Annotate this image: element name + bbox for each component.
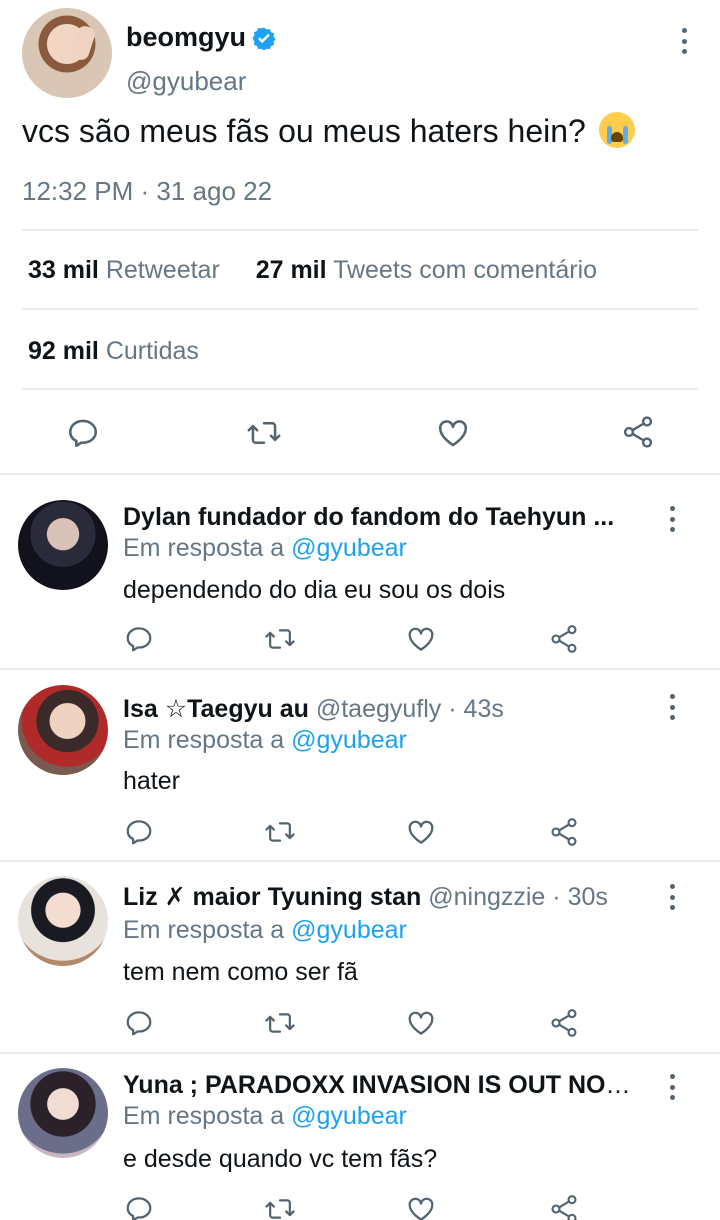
divider — [22, 308, 698, 310]
reply-text: e desde quando vc tem fãs? — [123, 1145, 438, 1173]
reply-text: hater — [123, 767, 180, 795]
quotes-label[interactable]: Tweets com comentário — [333, 256, 597, 284]
reply-icon[interactable] — [124, 1008, 154, 1038]
share-icon[interactable] — [548, 1193, 580, 1220]
reply-icon[interactable] — [124, 624, 154, 654]
reply-author-row[interactable]: Dylan fundador do fandom do Taehyun ... — [123, 503, 653, 532]
main-tweet-header: beomgyu @gyubear — [22, 8, 702, 100]
in-reply-label: Em resposta a — [123, 916, 285, 944]
reply-actions — [0, 817, 720, 851]
reply-author-name[interactable]: Isa ☆Taegyu au — [123, 695, 309, 723]
reply-icon[interactable] — [66, 416, 100, 450]
reply-actions — [0, 1194, 720, 1220]
share-icon[interactable] — [548, 1007, 580, 1039]
like-icon[interactable] — [406, 624, 436, 654]
tweet-text-content: vcs são meus fãs ou meus haters hein? — [22, 113, 586, 149]
like-icon[interactable] — [406, 817, 436, 847]
verified-badge-icon — [252, 27, 276, 50]
avatar[interactable] — [18, 876, 108, 966]
in-reply-handle-link[interactable]: @gyubear — [291, 916, 407, 944]
in-reply-to: Em resposta a @gyubear — [123, 1102, 407, 1131]
retweets-count: 33 mil — [28, 256, 99, 284]
loudly-crying-face-icon — [598, 112, 635, 148]
retweet-icon[interactable] — [264, 1008, 296, 1038]
divider — [0, 473, 720, 475]
reply-time: · 30s — [552, 883, 608, 911]
reply-author-row[interactable]: Isa ☆Taegyu au @taegyufly · 43s — [123, 694, 653, 724]
likes-count: 92 mil — [28, 337, 99, 365]
share-icon[interactable] — [548, 623, 580, 655]
reply-author-row[interactable]: Yuna ; PARADOXX INVASION IS OUT NOW!... — [123, 1071, 653, 1100]
retweet-icon[interactable] — [264, 817, 296, 847]
retweet-icon[interactable] — [246, 416, 282, 450]
avatar[interactable] — [18, 685, 108, 775]
in-reply-label: Em resposta a — [123, 726, 285, 754]
in-reply-label: Em resposta a — [123, 534, 285, 562]
author-handle[interactable]: @gyubear — [126, 66, 246, 97]
reply-tweet[interactable]: Yuna ; PARADOXX INVASION IS OUT NOW!... … — [0, 1054, 720, 1220]
like-stats: 92 mil Curtidas — [28, 337, 199, 366]
avatar[interactable] — [22, 8, 112, 98]
retweet-icon[interactable] — [264, 624, 296, 654]
divider — [22, 388, 698, 390]
tweet-text: vcs são meus fãs ou meus haters hein? — [22, 112, 635, 150]
author-name-row[interactable]: beomgyu — [126, 22, 276, 53]
reply-author-name[interactable]: Dylan fundador do fandom do Taehyun ... — [123, 503, 614, 531]
more-options-icon[interactable] — [667, 506, 677, 532]
tweet-timestamp[interactable]: 12:32 PM · 31 ago 22 — [22, 176, 272, 207]
author-name[interactable]: beomgyu — [126, 22, 246, 53]
reply-tweet[interactable]: Dylan fundador do fandom do Taehyun ... … — [0, 476, 720, 668]
retweet-stats: 33 mil Retweetar 27 mil Tweets com comen… — [28, 256, 597, 285]
reply-text: dependendo do dia eu sou os dois — [123, 576, 506, 604]
share-icon[interactable] — [620, 414, 656, 450]
more-options-icon[interactable] — [667, 694, 677, 720]
more-options-icon[interactable] — [679, 28, 689, 54]
more-options-icon[interactable] — [667, 884, 677, 910]
avatar[interactable] — [18, 500, 108, 590]
like-icon[interactable] — [406, 1008, 436, 1038]
retweets-label[interactable]: Retweetar — [106, 256, 220, 284]
reply-actions — [0, 624, 720, 658]
more-options-icon[interactable] — [667, 1074, 677, 1100]
reply-author-handle[interactable]: @taegyufly — [316, 695, 441, 723]
in-reply-handle-link[interactable]: @gyubear — [291, 1102, 407, 1130]
reply-author-name[interactable]: Liz ✗ maior Tyuning stan — [123, 883, 421, 911]
reply-text: tem nem como ser fã — [123, 958, 358, 986]
main-tweet-actions — [0, 410, 720, 458]
in-reply-to: Em resposta a @gyubear — [123, 726, 407, 755]
like-icon[interactable] — [406, 1194, 436, 1220]
like-icon[interactable] — [436, 416, 470, 450]
reply-author-handle[interactable]: @ningzzie — [428, 883, 545, 911]
reply-actions — [0, 1008, 720, 1042]
likes-label[interactable]: Curtidas — [106, 337, 199, 365]
quotes-count: 27 mil — [255, 256, 327, 284]
reply-tweet[interactable]: Liz ✗ maior Tyuning stan @ningzzie · 30s… — [0, 862, 720, 1052]
in-reply-handle-link[interactable]: @gyubear — [291, 534, 407, 562]
reply-author-row[interactable]: Liz ✗ maior Tyuning stan @ningzzie · 30s — [123, 882, 653, 912]
reply-tweet[interactable]: Isa ☆Taegyu au @taegyufly · 43s Em respo… — [0, 670, 720, 860]
in-reply-label: Em resposta a — [123, 1102, 285, 1130]
reply-author-name[interactable]: Yuna ; PARADOXX INVASION IS OUT NOW!... — [123, 1071, 653, 1099]
retweet-icon[interactable] — [264, 1194, 296, 1220]
in-reply-handle-link[interactable]: @gyubear — [291, 726, 407, 754]
in-reply-to: Em resposta a @gyubear — [123, 916, 407, 945]
reply-icon[interactable] — [124, 817, 154, 847]
reply-time: · 43s — [448, 695, 504, 723]
avatar[interactable] — [18, 1068, 108, 1158]
share-icon[interactable] — [548, 816, 580, 848]
reply-icon[interactable] — [124, 1194, 154, 1220]
in-reply-to: Em resposta a @gyubear — [123, 534, 407, 563]
divider — [22, 229, 698, 231]
